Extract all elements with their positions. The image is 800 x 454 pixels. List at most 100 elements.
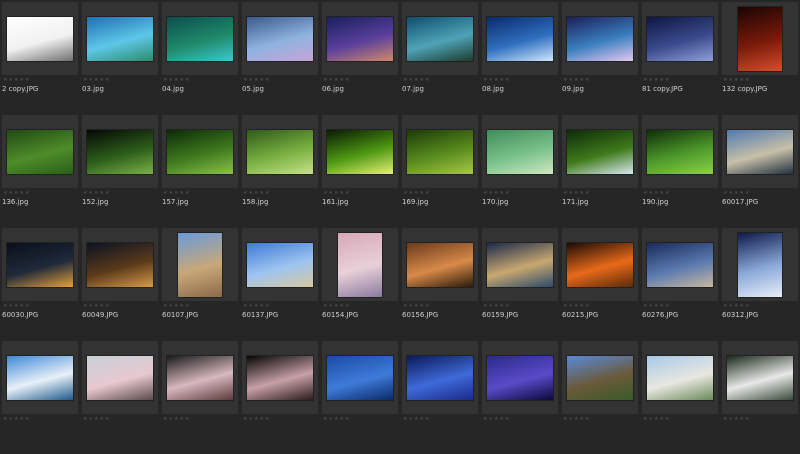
- rating-stars-icon[interactable]: ★★★★★: [563, 416, 590, 422]
- thumbnail-cell[interactable]: ★★★★★ 09.jpg: [560, 2, 640, 115]
- thumbnail-image-waterfront-town[interactable]: [487, 242, 553, 287]
- thumbnail-cell[interactable]: ★★★★★ 157.jpg: [160, 115, 240, 228]
- thumbnail-image-green-bokeh-flower[interactable]: [327, 129, 393, 174]
- thumbnail-frame[interactable]: [642, 341, 718, 414]
- thumbnail-cell[interactable]: ★★★★★: [240, 341, 320, 454]
- rating-stars-icon[interactable]: ★★★★★: [163, 190, 190, 196]
- rating-stars-icon[interactable]: ★★★★★: [243, 190, 270, 196]
- thumbnail-frame[interactable]: [162, 115, 238, 188]
- rating-stars-icon[interactable]: ★★★★★: [243, 416, 270, 422]
- thumbnail-frame[interactable]: [482, 228, 558, 301]
- thumbnail-cell[interactable]: ★★★★★ 136.jpg: [0, 115, 80, 228]
- thumbnail-image-night-plaza[interactable]: [87, 242, 153, 287]
- thumbnail-image-fantasy-fairy[interactable]: [247, 16, 313, 61]
- thumbnail-image-green-bushes-dark[interactable]: [87, 129, 153, 174]
- rating-stars-icon[interactable]: ★★★★★: [403, 303, 430, 309]
- thumbnail-image-cherry-blossom-branch[interactable]: [87, 355, 153, 400]
- thumbnail-cell[interactable]: ★★★★★ 60215.JPG: [560, 228, 640, 341]
- rating-stars-icon[interactable]: ★★★★★: [243, 77, 270, 83]
- thumbnail-image-city-square-statue[interactable]: [647, 242, 713, 287]
- thumbnail-image-big-green-leaf[interactable]: [647, 129, 713, 174]
- thumbnail-frame[interactable]: [2, 341, 78, 414]
- rating-stars-icon[interactable]: ★★★★★: [403, 416, 430, 422]
- thumbnail-image-green-leaf-texture[interactable]: [7, 129, 73, 174]
- thumbnail-cell[interactable]: ★★★★★ 06.jpg: [320, 2, 400, 115]
- thumbnail-cell[interactable]: ★★★★★ 60156.JPG: [400, 228, 480, 341]
- thumbnail-frame[interactable]: [482, 115, 558, 188]
- thumbnail-frame[interactable]: [2, 228, 78, 301]
- thumbnail-image-mosque-pink-sky[interactable]: [338, 232, 382, 297]
- thumbnail-image-plaza-colonnade[interactable]: [178, 232, 222, 297]
- rating-stars-icon[interactable]: ★★★★★: [723, 416, 750, 422]
- thumbnail-frame[interactable]: [2, 115, 78, 188]
- rating-stars-icon[interactable]: ★★★★★: [3, 416, 30, 422]
- thumbnail-cell[interactable]: ★★★★★ 170.jpg: [480, 115, 560, 228]
- thumbnail-image-white-mosque-sketch[interactable]: [7, 16, 73, 61]
- thumbnail-frame[interactable]: [242, 115, 318, 188]
- thumbnail-frame[interactable]: [642, 2, 718, 75]
- rating-stars-icon[interactable]: ★★★★★: [563, 190, 590, 196]
- rating-stars-icon[interactable]: ★★★★★: [163, 77, 190, 83]
- thumbnail-frame[interactable]: [402, 115, 478, 188]
- thumbnail-frame[interactable]: [242, 228, 318, 301]
- thumbnail-cell[interactable]: ★★★★★ 152.jpg: [80, 115, 160, 228]
- rating-stars-icon[interactable]: ★★★★★: [403, 190, 430, 196]
- thumbnail-cell[interactable]: ★★★★★ 60154.JPG: [320, 228, 400, 341]
- thumbnail-image-blue-horizon-glow[interactable]: [487, 16, 553, 61]
- thumbnail-frame[interactable]: [322, 2, 398, 75]
- rating-stars-icon[interactable]: ★★★★★: [403, 77, 430, 83]
- rating-stars-icon[interactable]: ★★★★★: [83, 77, 110, 83]
- thumbnail-frame[interactable]: [402, 2, 478, 75]
- thumbnail-cell[interactable]: ★★★★★ 60107.JPG: [160, 228, 240, 341]
- thumbnail-image-pale-green-leaves[interactable]: [487, 129, 553, 174]
- thumbnail-image-night-palace-lights[interactable]: [7, 242, 73, 287]
- rating-stars-icon[interactable]: ★★★★★: [723, 190, 750, 196]
- thumbnail-cell[interactable]: ★★★★★ 60049.JPG: [80, 228, 160, 341]
- rating-stars-icon[interactable]: ★★★★★: [643, 77, 670, 83]
- thumbnail-cell[interactable]: ★★★★★ 81 copy.JPG: [640, 2, 720, 115]
- thumbnail-frame[interactable]: [2, 2, 78, 75]
- thumbnail-frame[interactable]: [482, 2, 558, 75]
- thumbnail-cell[interactable]: ★★★★★ 60030.JPG: [0, 228, 80, 341]
- thumbnail-cell[interactable]: ★★★★★: [160, 341, 240, 454]
- thumbnail-frame[interactable]: [162, 228, 238, 301]
- thumbnail-image-white-flowers-dark[interactable]: [727, 355, 793, 400]
- thumbnail-cell[interactable]: ★★★★★: [640, 341, 720, 454]
- thumbnail-frame[interactable]: [562, 228, 638, 301]
- rating-stars-icon[interactable]: ★★★★★: [3, 303, 30, 309]
- thumbnail-cell[interactable]: ★★★★★ 05.jpg: [240, 2, 320, 115]
- rating-stars-icon[interactable]: ★★★★★: [3, 77, 30, 83]
- rating-stars-icon[interactable]: ★★★★★: [83, 416, 110, 422]
- thumbnail-image-dark-blue-field[interactable]: [647, 16, 713, 61]
- thumbnail-frame[interactable]: [562, 115, 638, 188]
- thumbnail-frame[interactable]: [82, 228, 158, 301]
- thumbnail-cell[interactable]: ★★★★★: [0, 341, 80, 454]
- thumbnail-image-red-glowing-symbol[interactable]: [738, 6, 782, 71]
- thumbnail-image-blossoms-dark[interactable]: [167, 355, 233, 400]
- thumbnail-cell[interactable]: ★★★★★ 60017.JPG: [720, 115, 800, 228]
- thumbnail-image-sunset-boat[interactable]: [407, 242, 473, 287]
- thumbnail-image-green-mountain-lake[interactable]: [167, 16, 233, 61]
- thumbnail-cell[interactable]: ★★★★★ 60276.JPG: [640, 228, 720, 341]
- thumbnail-frame[interactable]: [722, 228, 798, 301]
- thumbnail-cell[interactable]: ★★★★★ 07.jpg: [400, 2, 480, 115]
- thumbnail-image-tree-over-sea[interactable]: [407, 16, 473, 61]
- thumbnail-image-fantasy-blue-islands[interactable]: [87, 16, 153, 61]
- thumbnail-frame[interactable]: [562, 341, 638, 414]
- thumbnail-cell[interactable]: ★★★★★ 08.jpg: [480, 2, 560, 115]
- thumbnail-cell[interactable]: ★★★★★ 03.jpg: [80, 2, 160, 115]
- thumbnail-image-orange-sunset-sea[interactable]: [567, 242, 633, 287]
- thumbnail-image-white-palace[interactable]: [647, 355, 713, 400]
- thumbnail-cell[interactable]: ★★★★★: [720, 341, 800, 454]
- rating-stars-icon[interactable]: ★★★★★: [563, 303, 590, 309]
- thumbnail-image-parthenon[interactable]: [247, 242, 313, 287]
- thumbnail-frame[interactable]: [162, 341, 238, 414]
- thumbnail-cell[interactable]: ★★★★★ 60312.JPG: [720, 228, 800, 341]
- thumbnail-cell[interactable]: ★★★★★ 60159.JPG: [480, 228, 560, 341]
- thumbnail-image-fantasy-night-blossoms[interactable]: [567, 16, 633, 61]
- rating-stars-icon[interactable]: ★★★★★: [243, 303, 270, 309]
- thumbnail-cell[interactable]: ★★★★★ 132 copy.JPG: [720, 2, 800, 115]
- thumbnail-frame[interactable]: [82, 115, 158, 188]
- thumbnail-image-palace-reflection[interactable]: [727, 129, 793, 174]
- rating-stars-icon[interactable]: ★★★★★: [323, 303, 350, 309]
